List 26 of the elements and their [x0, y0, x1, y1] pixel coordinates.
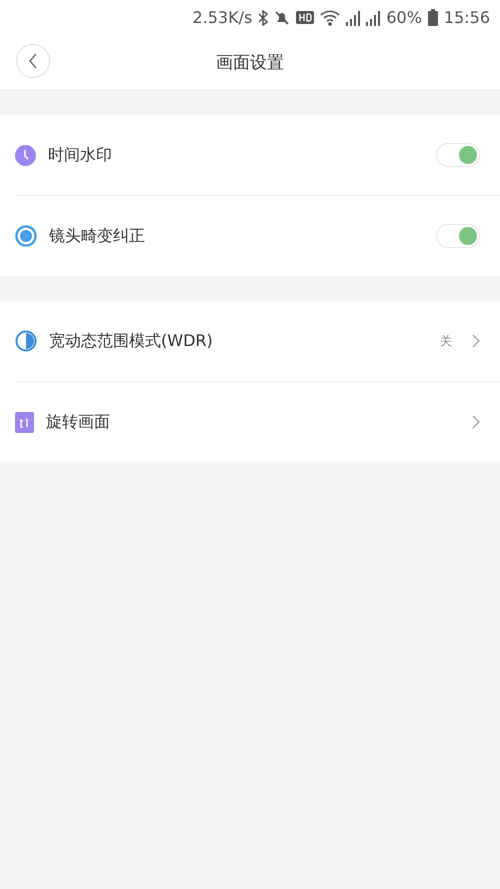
- contrast-icon: [15, 330, 37, 352]
- setting-label: 旋转画面: [46, 412, 111, 432]
- battery-percent: 60%: [386, 8, 422, 27]
- setting-label: 宽动态范围模式(WDR): [49, 330, 214, 352]
- signal-icon: [346, 10, 360, 26]
- toggle-switch[interactable]: [436, 143, 480, 167]
- chevron-icon[interactable]: [472, 415, 480, 429]
- page-title: 画面设置: [216, 52, 284, 74]
- back-button[interactable]: [16, 44, 50, 78]
- hd-icon: [296, 11, 314, 24]
- chevron-icon: [28, 53, 38, 69]
- rotate-icon: [15, 412, 34, 432]
- lens-icon: [15, 225, 37, 247]
- setting-value: 关: [440, 332, 452, 350]
- signal-icon: [366, 10, 380, 26]
- mute-icon: [274, 10, 290, 26]
- wifi-icon: [320, 10, 340, 26]
- bluetooth-icon: [258, 10, 268, 26]
- chevron-icon[interactable]: [472, 334, 480, 348]
- clock-icon: [15, 144, 36, 166]
- setting-label: 镜头畸变纠正: [49, 226, 146, 246]
- setting-label: 时间水印: [48, 144, 113, 166]
- network-speed: 2.53K/s: [192, 8, 252, 27]
- battery-icon: [428, 9, 438, 26]
- clock-time: 15:56: [444, 8, 490, 27]
- toggle-switch[interactable]: [436, 224, 480, 248]
